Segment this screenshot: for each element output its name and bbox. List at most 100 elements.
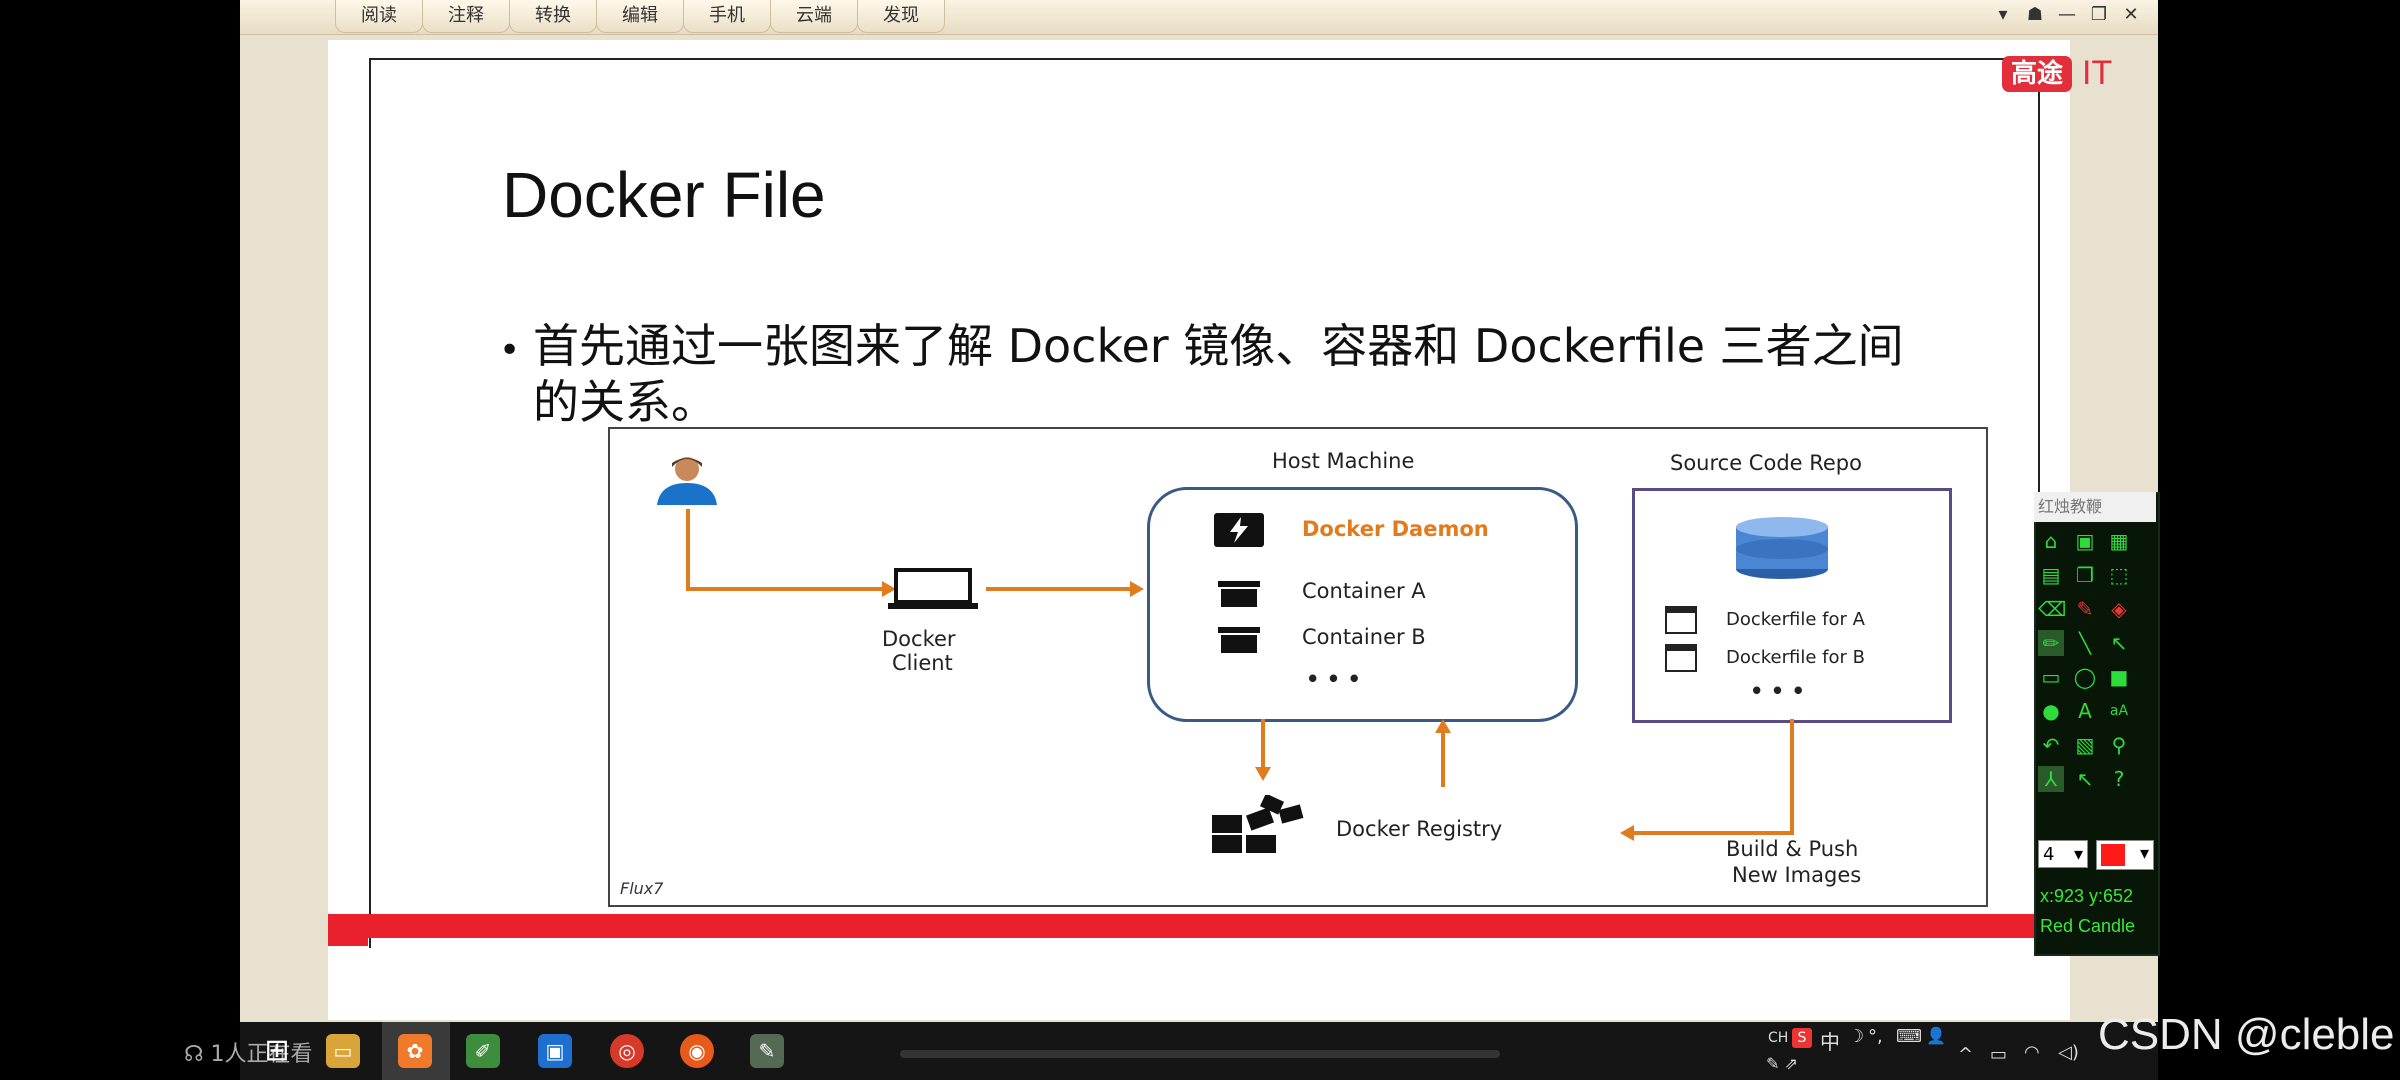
repo-line xyxy=(1790,719,1794,813)
pen-app-name: Red Candle xyxy=(2040,916,2136,936)
slide-red-bar-left xyxy=(328,914,368,946)
line-icon[interactable]: ╲ xyxy=(2072,630,2098,656)
save-icon[interactable]: ▣ xyxy=(2072,528,2098,554)
daemon-icon xyxy=(1214,513,1264,547)
chevron-up-icon[interactable]: ^ xyxy=(1958,1044,1973,1065)
start-icon[interactable]: ⊞ xyxy=(260,1034,294,1068)
laser-icon[interactable]: ⅄ xyxy=(2038,766,2064,792)
client-to-host-arrow xyxy=(986,587,1132,591)
cursor-icon[interactable]: ↖ xyxy=(2072,766,2098,792)
container-a-label: Container A xyxy=(1302,579,1426,603)
docker-client-label-2: Client xyxy=(892,651,953,675)
image-icon[interactable]: ▦ xyxy=(2106,528,2132,554)
clipboard-icon[interactable]: ▤ xyxy=(2038,562,2064,588)
battery-icon[interactable]: ▭ xyxy=(1990,1044,2007,1065)
host-ellipsis: • • • xyxy=(1306,667,1361,691)
docker-client-label-1: Docker xyxy=(882,627,956,651)
text-icon[interactable]: A xyxy=(2072,698,2098,724)
screenshot-icon[interactable]: ▧ xyxy=(2072,732,2098,758)
chevron-down-icon: ▾ xyxy=(2139,843,2149,864)
eraser-icon[interactable]: ⌫ xyxy=(2038,596,2066,622)
container-b-label: Container B xyxy=(1302,625,1426,649)
pen-icon[interactable]: ✎ xyxy=(2072,596,2098,622)
docker-daemon-label: Docker Daemon xyxy=(1302,517,1489,541)
copy-icon[interactable]: ❐ xyxy=(2072,562,2098,588)
virtualbox-icon[interactable]: ▣ xyxy=(538,1034,572,1068)
pencil-icon[interactable]: ✏ xyxy=(2038,630,2064,656)
arrowhead-icon xyxy=(1435,719,1451,733)
sogou-ime-icon[interactable]: S xyxy=(1792,1028,1812,1048)
wrench-icon[interactable]: ✎ ⇗ xyxy=(1766,1054,1798,1073)
pen-color-swatch xyxy=(2101,844,2125,866)
taskbar-scrollbar[interactable] xyxy=(900,1050,1500,1058)
text-style-icon[interactable]: aA xyxy=(2106,698,2132,724)
help-icon[interactable]: ? xyxy=(2106,766,2132,792)
menu-edit[interactable]: 编辑 xyxy=(596,0,684,33)
pen-color-select[interactable]: ▾ xyxy=(2096,840,2154,870)
people-icon: ☊ xyxy=(184,1042,211,1067)
menu-cloud[interactable]: 云端 xyxy=(770,0,858,33)
wifi-icon[interactable]: ◠ xyxy=(2024,1042,2040,1063)
tray-user[interactable]: 👤 xyxy=(1926,1026,1946,1045)
arrow-line-icon[interactable]: ↖ xyxy=(2106,630,2132,656)
build-push-arrow xyxy=(1632,831,1794,835)
tray-keyboard[interactable]: ⌨ xyxy=(1896,1026,1922,1047)
open-folder-icon[interactable]: ⌂ xyxy=(2038,528,2064,554)
tray-moon[interactable]: ☽ xyxy=(1848,1026,1864,1047)
chevron-down-icon: ▾ xyxy=(2073,844,2083,865)
fill-icon[interactable]: ◈ xyxy=(2106,596,2132,622)
firefox-icon[interactable]: ◉ xyxy=(680,1034,714,1068)
file-icon xyxy=(1665,644,1697,672)
pen-tool-title: 红烛教鞭 xyxy=(2034,492,2156,522)
zoom-icon[interactable]: ⚲ xyxy=(2106,732,2132,758)
slide-title: Docker File xyxy=(502,159,826,231)
pen-size-select[interactable]: 4 ▾ xyxy=(2038,840,2088,868)
dockerfile-a-label: Dockerfile for A xyxy=(1726,609,1865,630)
file-icon xyxy=(1665,606,1697,634)
editor-app-icon[interactable]: ✐ xyxy=(466,1034,500,1068)
browser-swirl-icon[interactable]: ◎ xyxy=(610,1034,644,1068)
filled-rect-icon[interactable]: ■ xyxy=(2106,664,2132,690)
menu-discover[interactable]: 发现 xyxy=(857,0,945,33)
volume-icon[interactable]: ◁) xyxy=(2058,1042,2079,1063)
source-repo-label: Source Code Repo xyxy=(1670,451,1862,475)
user-line xyxy=(686,509,690,591)
flux7-watermark: Flux7 xyxy=(620,879,664,898)
build-push-label-1: Build & Push xyxy=(1726,837,1859,861)
tray-punctuation[interactable]: °, xyxy=(1868,1026,1883,1047)
database-icon xyxy=(1736,517,1828,579)
registry-icon xyxy=(1212,795,1304,853)
select-rect-icon[interactable]: ⬚ xyxy=(2106,562,2132,588)
pdf-reader-icon[interactable]: ✿ xyxy=(398,1034,432,1068)
slide-bullet: 首先通过一张图来了解 Docker 镜像、容器和 Dockerfile 三者之间… xyxy=(533,319,1904,429)
rectangle-icon[interactable]: ▭ xyxy=(2038,664,2064,690)
menu-convert[interactable]: 转换 xyxy=(509,0,597,33)
host-to-registry-arrow xyxy=(1261,719,1265,769)
pen-tool-task-icon[interactable]: ✎ xyxy=(750,1034,784,1068)
tray-chinese-mode[interactable]: 中 xyxy=(1820,1026,1840,1055)
menu-mobile[interactable]: 手机 xyxy=(683,0,771,33)
restore-button[interactable]: ❐ xyxy=(2086,2,2112,28)
menu-read[interactable]: 阅读 xyxy=(335,0,423,33)
ellipse-icon[interactable]: ◯ xyxy=(2072,664,2098,690)
undo-icon[interactable]: ↶ xyxy=(2038,732,2064,758)
skin-icon[interactable]: ☗ xyxy=(2022,2,2048,28)
arrowhead-icon xyxy=(1620,825,1634,841)
pen-coords: x:923 y:652 xyxy=(2040,886,2134,906)
menu-annotate[interactable]: 注释 xyxy=(422,0,510,33)
minimize-button[interactable]: — xyxy=(2054,2,2080,28)
dockerfile-b-label: Dockerfile for B xyxy=(1726,647,1865,668)
registry-to-host-arrow xyxy=(1441,731,1445,787)
file-explorer-icon[interactable]: ▭ xyxy=(326,1034,360,1068)
close-button[interactable]: ✕ xyxy=(2118,2,2144,28)
brand-box: 高途 xyxy=(2002,56,2072,92)
build-push-label-2: New Images xyxy=(1732,863,1862,887)
filled-ellipse-icon[interactable]: ● xyxy=(2038,698,2064,724)
laptop-icon xyxy=(888,568,978,609)
docker-diagram: Docker Client Host Machine Docker Daemon… xyxy=(608,427,1988,907)
dropdown-icon[interactable]: ▾ xyxy=(1990,2,2016,28)
brand-suffix: IT xyxy=(2082,54,2113,92)
pen-size-value: 4 xyxy=(2043,844,2055,865)
user-to-client-arrow xyxy=(686,587,886,591)
tray-lang[interactable]: CH xyxy=(1768,1030,1788,1046)
